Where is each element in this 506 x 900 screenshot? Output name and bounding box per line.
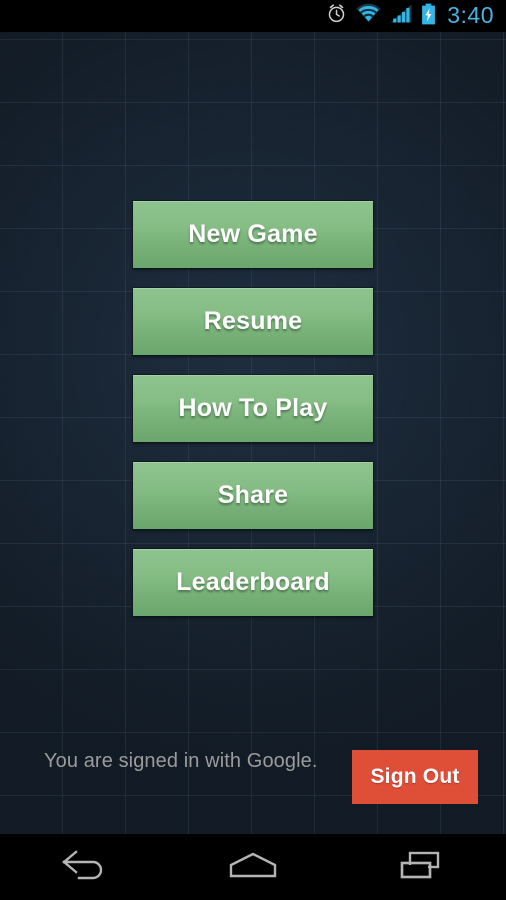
android-navigation-bar [0,834,506,900]
sign-in-status-text: You are signed in with Google. [44,750,318,772]
sign-out-button[interactable]: Sign Out [352,750,478,804]
recents-icon [396,848,448,887]
new-game-button[interactable]: New Game [133,201,373,268]
main-menu: New Game Resume How To Play Share Leader… [133,201,373,616]
back-button[interactable] [29,834,139,900]
status-bar: 3:40 [0,0,506,32]
share-button[interactable]: Share [133,462,373,529]
wifi-icon [356,3,381,29]
back-icon [59,848,109,887]
recents-button[interactable] [367,834,477,900]
device-screen: 3:40 New Game Resume How To Play Share L… [0,0,506,900]
alarm-clock-icon [326,3,347,29]
cellular-signal-icon [390,3,412,29]
status-bar-clock: 3:40 [447,1,494,28]
home-icon [226,848,280,887]
battery-charging-icon [421,3,436,30]
home-button[interactable] [198,834,308,900]
how-to-play-button[interactable]: How To Play [133,375,373,442]
leaderboard-button[interactable]: Leaderboard [133,549,373,616]
resume-button[interactable]: Resume [133,288,373,355]
